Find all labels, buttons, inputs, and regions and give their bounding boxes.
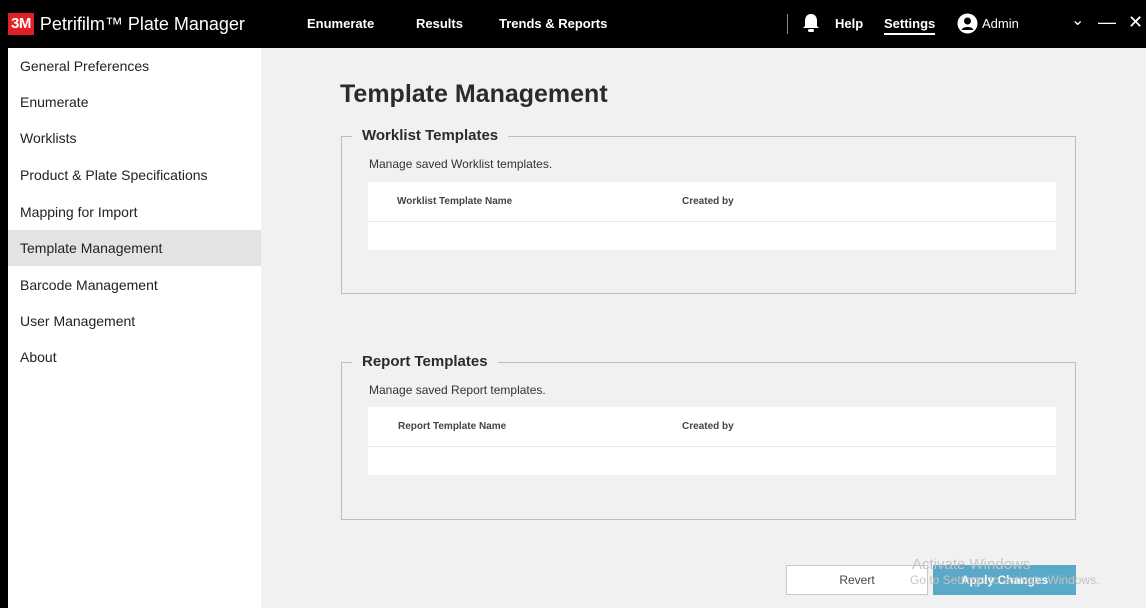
sidebar-item-mapping-for-import[interactable]: Mapping for Import [8,194,261,230]
worklist-templates-group: Worklist Templates Manage saved Worklist… [341,127,1076,294]
page-title: Template Management [340,80,608,108]
table-row [368,222,1056,250]
report-templates-group: Report Templates Manage saved Report tem… [341,353,1076,520]
sidebar-item-general-preferences[interactable]: General Preferences [8,48,261,84]
column-header-created-by[interactable]: Created by [682,196,734,207]
worklist-templates-description: Manage saved Worklist templates. [369,157,553,171]
minimize-icon[interactable]: — [1098,12,1116,33]
nav-trends-reports[interactable]: Trends & Reports [499,16,607,31]
sidebar-item-about[interactable]: About [8,339,261,375]
sidebar-item-enumerate[interactable]: Enumerate [8,84,261,120]
app-brand: 3M Petrifilm™ Plate Manager [8,0,245,48]
sidebar-item-product-plate-specifications[interactable]: Product & Plate Specifications [8,157,261,193]
sidebar-item-template-management[interactable]: Template Management [8,230,261,266]
sidebar-item-barcode-management[interactable]: Barcode Management [8,267,261,303]
activate-windows-hint: Go to Settings to activate Windows. [910,573,1100,587]
column-header-report-template-name[interactable]: Report Template Name [398,421,506,432]
user-avatar-icon[interactable] [957,13,978,34]
worklist-templates-legend: Worklist Templates [352,127,509,144]
table-row [368,447,1056,475]
nav-admin[interactable]: Admin [982,16,1019,31]
nav-enumerate[interactable]: Enumerate [307,16,374,31]
report-templates-description: Manage saved Report templates. [369,383,546,397]
report-templates-table: Report Template Name Created by [368,407,1056,475]
worklist-templates-table: Worklist Template Name Created by [368,182,1056,250]
column-header-created-by[interactable]: Created by [682,421,734,432]
nav-divider [787,14,788,34]
column-header-worklist-template-name[interactable]: Worklist Template Name [397,196,512,207]
table-header: Report Template Name Created by [368,407,1056,447]
nav-results[interactable]: Results [416,16,463,31]
nav-settings[interactable]: Settings [884,16,936,35]
settings-sidebar: General Preferences Enumerate Worklists … [0,48,261,608]
title-bar: 3M Petrifilm™ Plate Manager Enumerate Re… [0,0,1146,48]
activate-windows-watermark: Activate Windows [912,556,1031,573]
bell-icon[interactable] [802,13,820,33]
nav-help[interactable]: Help [835,16,863,31]
table-header: Worklist Template Name Created by [368,182,1056,222]
3m-logo: 3M [8,13,34,35]
app-title: Petrifilm™ Plate Manager [39,13,245,34]
report-templates-legend: Report Templates [352,353,498,370]
close-icon[interactable]: ✕ [1128,12,1143,33]
sidebar-item-user-management[interactable]: User Management [8,303,261,339]
revert-button[interactable]: Revert [786,565,928,595]
sidebar-item-worklists[interactable]: Worklists [8,120,261,156]
chevron-down-icon[interactable]: ⌄ [1071,10,1084,30]
